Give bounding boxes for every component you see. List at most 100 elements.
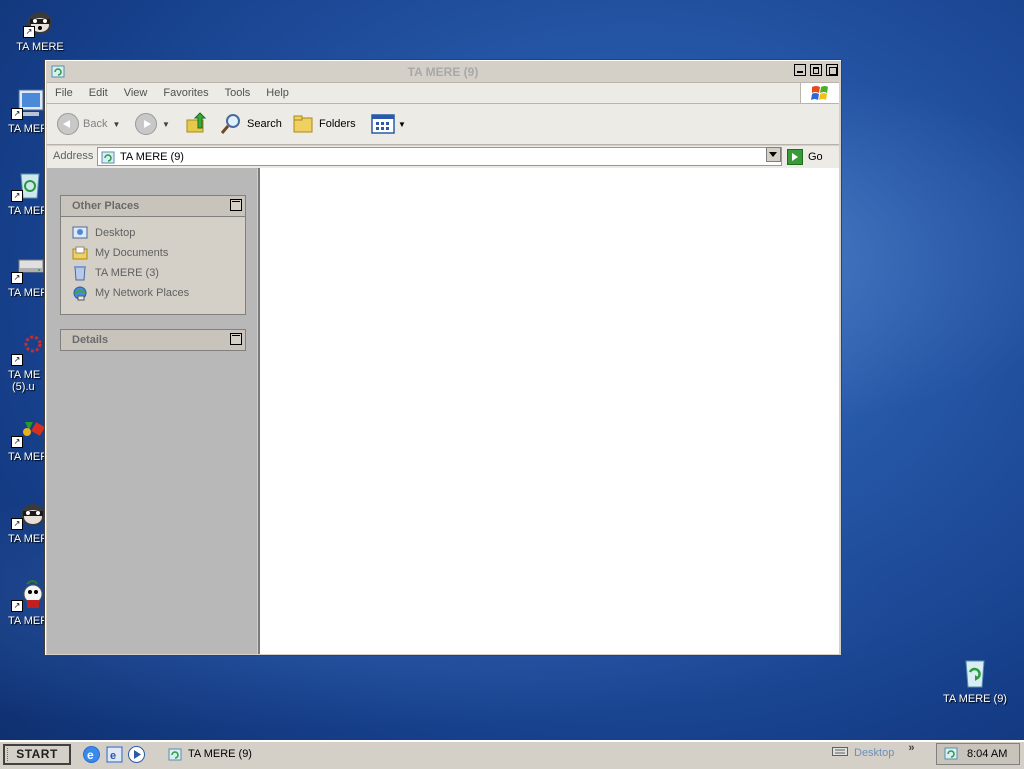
link-label: TA MERE (3) xyxy=(95,267,159,279)
desktop-icon-label: TA MERE xyxy=(16,41,64,53)
shortcut-arrow-icon: ↗ xyxy=(11,518,23,530)
search-button[interactable]: Search xyxy=(219,111,282,137)
recycle-bin-icon xyxy=(958,656,992,690)
file-list-area[interactable] xyxy=(258,168,839,654)
title-bar[interactable]: TA MERE (9) xyxy=(47,62,839,80)
panel-title: Other Places xyxy=(72,200,140,212)
media-player-icon[interactable] xyxy=(128,746,145,763)
address-input[interactable]: TA MERE (9) xyxy=(97,147,782,166)
back-label: Back xyxy=(83,118,108,130)
chevron-down-icon[interactable]: ▼ xyxy=(112,120,120,129)
menu-bar: File Edit View Favorites Tools Help xyxy=(47,82,839,104)
toolbar: Back ▼ ▼ Search Folders ▼ xyxy=(47,104,839,145)
gear-icon: ↗ xyxy=(11,332,45,366)
menu-file[interactable]: File xyxy=(47,83,81,103)
chevron-down-icon[interactable]: ▼ xyxy=(162,120,170,129)
windows-logo-icon xyxy=(800,83,839,103)
address-dropdown-button[interactable] xyxy=(766,147,781,162)
maximize-button[interactable] xyxy=(810,64,822,76)
go-arrow-icon xyxy=(787,148,803,165)
back-arrow-icon xyxy=(57,113,79,135)
link-label: My Documents xyxy=(95,247,169,259)
chevron-down-icon: ▼ xyxy=(398,119,406,129)
folder-recycle-icon xyxy=(101,150,115,164)
views-icon xyxy=(371,114,395,134)
desktop-icon-1[interactable]: ↗ TA MERE xyxy=(0,4,80,53)
menu-help[interactable]: Help xyxy=(258,83,297,103)
internet-explorer-icon[interactable]: e xyxy=(83,746,100,763)
desktop-icon xyxy=(72,225,88,241)
link-my-network-places[interactable]: My Network Places xyxy=(61,283,245,303)
link-label: My Network Places xyxy=(95,287,190,299)
svg-text:e: e xyxy=(110,750,116,762)
shortcut-arrow-icon: ↗ xyxy=(11,354,23,366)
address-bar: Address TA MERE (9) Go xyxy=(47,146,839,169)
shortcut-arrow-icon: ↗ xyxy=(11,436,23,448)
raccoon-icon: ↗ xyxy=(23,4,57,38)
link-ta-mere-3[interactable]: TA MERE (3) xyxy=(61,263,245,283)
taskbar-window-label: TA MERE (9) xyxy=(188,748,252,760)
views-button[interactable]: ▼ xyxy=(371,111,406,137)
recycle-bin-icon: ↗ xyxy=(11,168,45,202)
system-tray: 8:04 AM xyxy=(936,743,1020,765)
show-desktop-icon[interactable]: e xyxy=(106,746,123,763)
computer-icon: ↗ xyxy=(11,86,45,120)
task-pane: Other Places Desktop My Documents TA MER… xyxy=(47,168,257,654)
recycle-bin-icon xyxy=(72,265,88,281)
details-panel: Details xyxy=(60,329,246,351)
forward-button[interactable]: ▼ xyxy=(135,111,170,137)
menu-edit[interactable]: Edit xyxy=(81,83,116,103)
panel-title: Details xyxy=(72,334,109,346)
folders-icon xyxy=(293,115,313,133)
expand-button[interactable] xyxy=(230,333,242,345)
link-my-documents[interactable]: My Documents xyxy=(61,243,245,263)
taskbar-window-button[interactable]: TA MERE (9) xyxy=(162,744,312,764)
collapse-button[interactable] xyxy=(230,199,242,211)
shortcut-arrow-icon: ↗ xyxy=(11,272,23,284)
start-button[interactable]: START xyxy=(3,744,71,765)
chevron-right-icon[interactable]: » xyxy=(908,742,914,754)
up-folder-button[interactable] xyxy=(185,111,209,137)
raccoon-icon: ↗ xyxy=(11,496,45,530)
folder-recycle-icon xyxy=(168,747,182,761)
folders-label: Folders xyxy=(319,118,356,130)
network-icon xyxy=(72,285,88,301)
taskbar: START e e TA MERE (9) Desktop » 8:04 AM xyxy=(0,740,1024,769)
go-label: Go xyxy=(808,150,823,163)
shortcut-arrow-icon: ↗ xyxy=(11,600,23,612)
menu-favorites[interactable]: Favorites xyxy=(155,83,216,103)
desktop-toolbar[interactable]: Desktop » xyxy=(832,742,914,760)
link-label: Desktop xyxy=(95,227,136,239)
desktop-icon-label: TA MERE (9) xyxy=(943,693,1007,705)
menu-view[interactable]: View xyxy=(116,83,156,103)
shortcut-arrow-icon: ↗ xyxy=(23,26,35,38)
link-desktop[interactable]: Desktop xyxy=(61,223,245,243)
go-button[interactable]: Go xyxy=(787,147,837,166)
drive-icon: ↗ xyxy=(11,250,45,284)
details-header[interactable]: Details xyxy=(61,330,245,350)
explorer-window: TA MERE (9) File Edit View Favorites Tools He… xyxy=(44,59,842,656)
shortcut-arrow-icon: ↗ xyxy=(11,108,23,120)
search-icon xyxy=(220,114,240,134)
close-button[interactable] xyxy=(826,64,838,76)
other-places-panel: Other Places Desktop My Documents TA MER… xyxy=(60,195,246,315)
shapes-icon: ↗ xyxy=(11,414,45,448)
my-documents-icon xyxy=(72,245,88,261)
folders-button[interactable]: Folders xyxy=(291,111,356,137)
tray-app-icon[interactable] xyxy=(943,745,959,764)
keyboard-icon xyxy=(832,745,848,760)
search-label: Search xyxy=(247,118,282,130)
clock[interactable]: 8:04 AM xyxy=(967,748,1007,760)
window-title: TA MERE (9) xyxy=(407,65,479,79)
address-label: Address xyxy=(53,150,94,162)
desktop-toolbar-label: Desktop xyxy=(854,746,895,759)
shortcut-arrow-icon: ↗ xyxy=(11,190,23,202)
window-content: Other Places Desktop My Documents TA MER… xyxy=(47,168,839,654)
forward-arrow-icon xyxy=(135,113,157,135)
menu-tools[interactable]: Tools xyxy=(217,83,259,103)
desktop-recycle-bin[interactable]: TA MERE (9) xyxy=(935,656,1015,705)
back-button[interactable]: Back ▼ xyxy=(57,111,120,137)
minimize-button[interactable] xyxy=(794,64,806,76)
mascot-icon: ↗ xyxy=(11,578,45,612)
other-places-header[interactable]: Other Places xyxy=(61,196,245,217)
